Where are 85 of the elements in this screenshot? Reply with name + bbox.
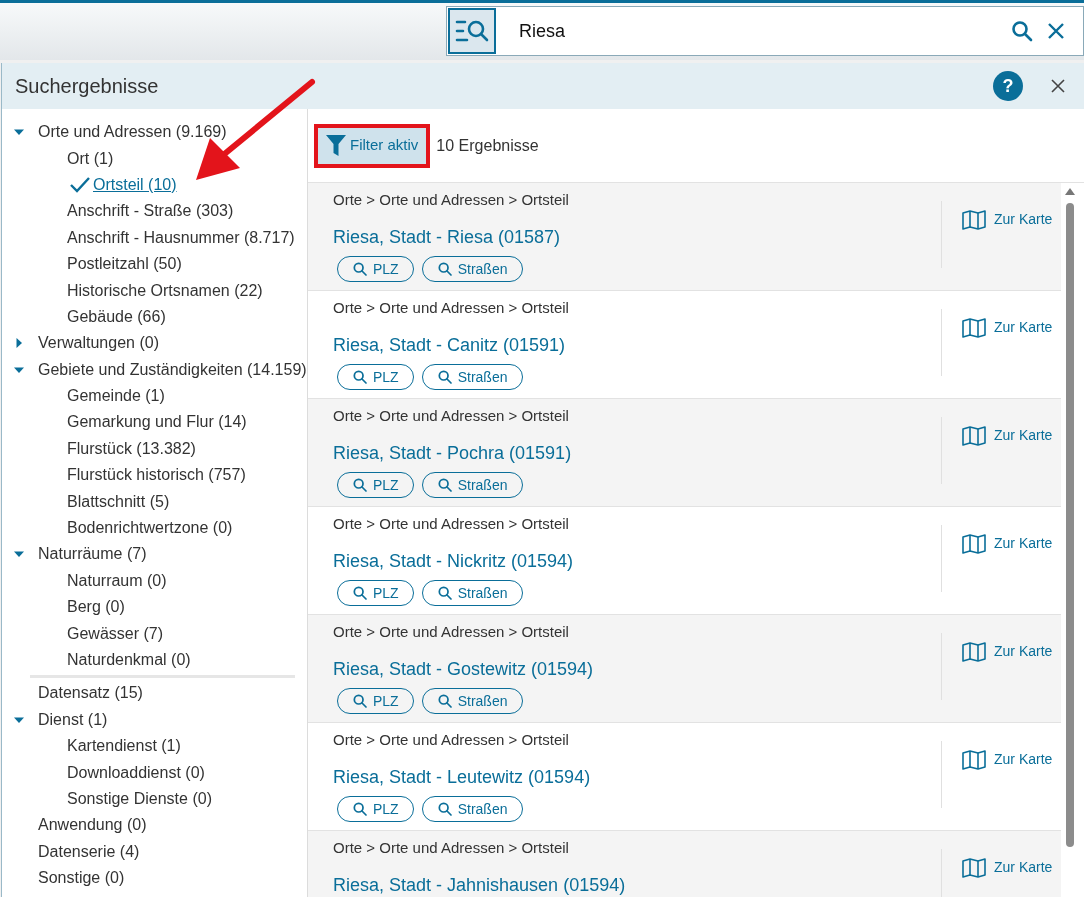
tree-item[interactable]: Historische Ortsnamen (22) bbox=[67, 278, 263, 303]
tree-item[interactable]: Postleitzahl (50) bbox=[67, 252, 182, 277]
tree-item[interactable]: Flurstück historisch (757) bbox=[67, 463, 246, 488]
tree-item[interactable]: Gebäude (66) bbox=[67, 304, 166, 329]
search-options-button[interactable] bbox=[448, 8, 496, 54]
tree-item[interactable]: Anschrift - Hausnummer (8.717) bbox=[67, 225, 295, 250]
tree-item[interactable]: Downloaddienst (0) bbox=[67, 760, 205, 785]
search-icon bbox=[352, 585, 368, 601]
to-map-link[interactable]: Zur Karte bbox=[962, 857, 1053, 878]
panel-title: Suchergebnisse bbox=[15, 74, 160, 99]
result-title-link[interactable]: Riesa, Stadt - Nickritz (01594) bbox=[333, 550, 941, 572]
search-icon bbox=[1010, 19, 1034, 43]
breadcrumb: Orte > Orte und Adressen > Ortsteil bbox=[333, 839, 570, 857]
result-title-link[interactable]: Riesa, Stadt - Pochra (01591) bbox=[333, 442, 941, 464]
tree-item[interactable]: Naturdenkmal (0) bbox=[67, 648, 191, 672]
search-icon bbox=[436, 693, 453, 709]
map-icon bbox=[962, 749, 986, 770]
tree-item[interactable]: Naturraum (0) bbox=[67, 568, 167, 593]
map-icon bbox=[962, 317, 986, 338]
tree-item[interactable]: Datensatz (15) bbox=[38, 681, 143, 706]
tree-item[interactable]: Gemeinde (1) bbox=[67, 384, 165, 409]
search-icon bbox=[352, 693, 368, 709]
close-icon bbox=[1050, 78, 1066, 94]
breadcrumb: Orte > Orte und Adressen > Ortsteil bbox=[333, 623, 570, 641]
breadcrumb: Orte > Orte und Adressen > Ortsteil bbox=[333, 515, 570, 533]
search-button[interactable] bbox=[1010, 19, 1034, 43]
search-icon bbox=[352, 801, 368, 817]
search-icon bbox=[352, 261, 368, 277]
to-map-link[interactable]: Zur Karte bbox=[962, 209, 1053, 230]
close-button[interactable] bbox=[1050, 77, 1068, 95]
tree-item[interactable]: Ortsteil (10) bbox=[93, 172, 177, 197]
caret-right-icon[interactable] bbox=[14, 338, 24, 349]
tree-item[interactable]: Kartendienst (1) bbox=[67, 734, 181, 759]
tree-item[interactable]: Datenserie (4) bbox=[38, 839, 140, 864]
map-icon bbox=[962, 641, 986, 662]
tree-item[interactable]: Bodenrichtwertzone (0) bbox=[67, 516, 233, 541]
tree-item[interactable]: Sonstige Dienste (0) bbox=[67, 786, 212, 811]
to-map-link[interactable]: Zur Karte bbox=[962, 749, 1053, 770]
breadcrumb: Orte > Orte und Adressen > Ortsteil bbox=[333, 407, 570, 425]
result-title-link[interactable]: Riesa, Stadt - Leutewitz (01594) bbox=[333, 766, 941, 788]
tree-item[interactable]: Sonstige (0) bbox=[38, 866, 125, 891]
filter-icon bbox=[326, 134, 346, 157]
filter-button[interactable]: Filter aktiv bbox=[318, 127, 427, 164]
tree-item[interactable]: Dienst (1) bbox=[38, 707, 108, 732]
to-map-link[interactable]: Zur Karte bbox=[962, 317, 1053, 338]
breadcrumb: Orte > Orte und Adressen > Ortsteil bbox=[333, 299, 570, 317]
search-icon bbox=[352, 369, 368, 385]
result-title-link[interactable]: Riesa, Stadt - Riesa (01587) bbox=[333, 226, 941, 248]
tree-item[interactable]: Anschrift - Straße (303) bbox=[67, 199, 234, 224]
list-search-icon bbox=[455, 18, 489, 44]
tree-item[interactable]: Blattschnitt (5) bbox=[67, 489, 170, 514]
search-field[interactable]: Riesa bbox=[446, 6, 1084, 56]
result-title-link[interactable]: Riesa, Stadt - Gostewitz (01594) bbox=[333, 658, 941, 680]
tree-item[interactable]: Gemarkung und Flur (14) bbox=[67, 410, 247, 435]
search-icon bbox=[436, 585, 453, 601]
map-icon bbox=[962, 533, 986, 554]
search-icon bbox=[436, 261, 453, 277]
close-icon bbox=[1046, 21, 1066, 41]
tree-item[interactable]: Gewässer (7) bbox=[67, 621, 164, 646]
tree-item[interactable]: Naturräume (7) bbox=[38, 542, 147, 567]
tree-item[interactable]: Gebiete und Zuständigkeiten (14.159) bbox=[38, 357, 307, 382]
tree-item[interactable]: Anwendung (0) bbox=[38, 813, 147, 838]
tree-item[interactable]: Orte und Adressen (9.169) bbox=[38, 120, 227, 145]
search-icon bbox=[436, 369, 453, 385]
map-icon bbox=[962, 857, 986, 878]
search-icon bbox=[436, 801, 453, 817]
search-icon bbox=[352, 477, 368, 493]
scroll-up-icon[interactable] bbox=[1065, 187, 1075, 195]
search-icon bbox=[436, 477, 453, 493]
map-icon bbox=[962, 209, 986, 230]
result-title-link[interactable]: Riesa, Stadt - Jahnishausen (01594) bbox=[333, 874, 941, 896]
to-map-link[interactable]: Zur Karte bbox=[962, 425, 1053, 446]
breadcrumb: Orte > Orte und Adressen > Ortsteil bbox=[333, 731, 570, 749]
tree-item[interactable]: Verwaltungen (0) bbox=[38, 331, 159, 356]
help-button[interactable]: ? bbox=[993, 71, 1023, 101]
tree-item[interactable]: Berg (0) bbox=[67, 595, 125, 620]
scrollbar[interactable] bbox=[1064, 187, 1076, 847]
result-count: 10 Ergebnisse bbox=[436, 135, 539, 156]
tree-item[interactable]: Ort (1) bbox=[67, 146, 114, 171]
to-map-link[interactable]: Zur Karte bbox=[962, 533, 1053, 554]
result-title-link[interactable]: Riesa, Stadt - Canitz (01591) bbox=[333, 334, 941, 356]
to-map-link[interactable]: Zur Karte bbox=[962, 641, 1053, 662]
map-icon bbox=[962, 425, 986, 446]
breadcrumb: Orte > Orte und Adressen > Ortsteil bbox=[333, 191, 570, 209]
tree-item[interactable]: Flurstück (13.382) bbox=[67, 436, 196, 461]
